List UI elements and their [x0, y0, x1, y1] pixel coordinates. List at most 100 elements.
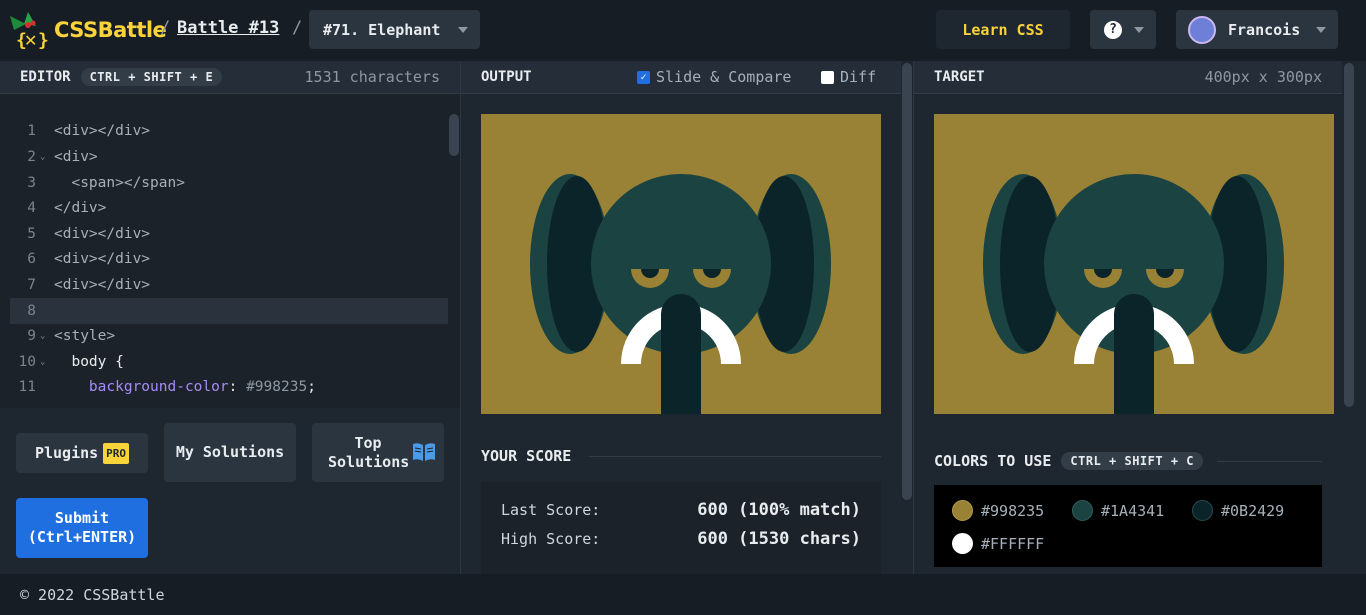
color-swatch[interactable]: #1A4341	[1072, 500, 1164, 521]
user-name: Francois	[1228, 20, 1301, 39]
diff-toggle[interactable]: Diff	[821, 68, 876, 86]
target-header: TARGET 400px x 300px	[914, 61, 1342, 94]
line-number: 3	[27, 175, 36, 191]
colors-title: COLORS TO USE	[934, 452, 1052, 470]
color-dot	[1192, 500, 1213, 521]
code-line[interactable]: 2 ⌄ <div>	[10, 144, 448, 170]
colors-title-row: COLORS TO USE CTRL + SHIFT + C	[934, 451, 1322, 471]
color-swatch[interactable]: #0B2429	[1192, 500, 1284, 521]
target-scroll-track	[1342, 61, 1356, 574]
target-scrollbar[interactable]	[1344, 63, 1354, 407]
code-line-active[interactable]: 8	[10, 298, 448, 324]
code-line[interactable]: 9 ⌄ <style>	[10, 323, 448, 349]
editor-scrollbar[interactable]	[449, 114, 459, 156]
pro-badge: PRO	[103, 442, 130, 464]
divider	[1217, 460, 1322, 462]
diff-label: Diff	[840, 68, 877, 86]
editor-title: EDITOR	[20, 69, 71, 85]
copyright-text: © 2022 CSSBattle	[20, 585, 165, 604]
color-hex: #0B2429	[1221, 501, 1285, 520]
slide-compare-toggle[interactable]: ✓ Slide & Compare	[637, 68, 791, 86]
plugins-button[interactable]: Plugins PRO	[16, 433, 148, 473]
target-size: 400px x 300px	[1204, 68, 1322, 86]
code-text: <div></div>	[54, 123, 151, 139]
learn-css-button[interactable]: Learn CSS	[936, 10, 1070, 49]
output-scroll-track	[901, 61, 913, 501]
code-line[interactable]: 5 <div></div>	[10, 221, 448, 247]
divider	[589, 455, 881, 457]
color-hex: #FFFFFF	[981, 534, 1045, 553]
color-dot	[952, 500, 973, 521]
last-score-value: 600 (100% match)	[697, 500, 861, 520]
submit-button[interactable]: Submit (Ctrl+ENTER)	[16, 498, 148, 558]
fold-icon[interactable]: ⌄	[40, 152, 54, 162]
my-solutions-button[interactable]: My Solutions	[164, 423, 296, 482]
editor-shortcut: CTRL + SHIFT + E	[80, 68, 223, 86]
color-swatch[interactable]: #998235	[952, 500, 1044, 521]
code-value: #998235	[246, 379, 308, 395]
color-dot	[952, 533, 973, 554]
book-icon	[412, 442, 436, 467]
colors-shortcut: CTRL + SHIFT + C	[1061, 452, 1203, 470]
high-score-value: 600 (1530 chars)	[697, 529, 861, 549]
top-solutions-button[interactable]: Top Solutions	[312, 423, 444, 482]
score-box: Last Score: 600 (100% match) High Score:…	[481, 482, 881, 574]
code-line[interactable]: 7 <div></div>	[10, 272, 448, 298]
breadcrumb-separator: /	[292, 18, 303, 38]
top-solutions-label: Top Solutions	[328, 433, 410, 471]
code-property: background-color	[54, 379, 229, 395]
fold-icon[interactable]: ⌄	[40, 331, 54, 341]
color-hex: #998235	[981, 501, 1045, 520]
line-number: 1	[27, 123, 36, 139]
code-text: <div></div>	[54, 277, 151, 293]
code-line[interactable]: 11 background-color: #998235;	[10, 374, 448, 400]
output-preview[interactable]	[481, 114, 881, 414]
code-line[interactable]: 1 <div></div>	[10, 118, 448, 144]
checkbox-unchecked-icon[interactable]	[821, 70, 834, 84]
target-select[interactable]: #71. Elephant	[309, 10, 480, 49]
code-text: <div></div>	[54, 251, 151, 267]
chevron-down-icon	[458, 27, 468, 33]
code-text: body {	[54, 354, 124, 370]
top-bar: { ✕ } CSSBattle / Battle #13 / #71. Elep…	[0, 0, 1366, 61]
submit-label: Submit	[54, 509, 110, 527]
output-title: OUTPUT	[481, 69, 532, 85]
code-text: <span></span>	[54, 175, 185, 191]
color-hex: #1A4341	[1101, 501, 1165, 520]
editor-header: EDITOR CTRL + SHIFT + E 1531 characters	[0, 61, 460, 94]
target-preview	[934, 114, 1334, 414]
last-score-label: Last Score:	[501, 501, 601, 519]
line-number: 7	[27, 277, 36, 293]
score-title: YOUR SCORE	[481, 447, 572, 465]
line-number: 11	[18, 379, 36, 395]
svg-text:}: }	[38, 30, 48, 50]
footer: © 2022 CSSBattle	[0, 574, 1366, 615]
fold-icon[interactable]: ⌄	[40, 357, 54, 367]
line-number: 2	[27, 149, 36, 165]
color-swatch[interactable]: #FFFFFF	[952, 533, 1044, 554]
output-scrollbar[interactable]	[902, 63, 912, 500]
slide-compare-label: Slide & Compare	[656, 68, 792, 86]
breadcrumb-separator: /	[160, 18, 171, 38]
battle-link[interactable]: Battle #13	[177, 18, 279, 38]
code-editor[interactable]: 1 <div></div> 2 ⌄ <div> 3 <span></span> 4 </…	[0, 94, 460, 408]
code-line[interactable]: 3 <span></span>	[10, 170, 448, 196]
high-score-label: High Score:	[501, 530, 601, 548]
line-number: 9	[27, 328, 36, 344]
line-number: 6	[27, 251, 36, 267]
code-line[interactable]: 6 <div></div>	[10, 246, 448, 272]
code-line[interactable]: 10 ⌄ body {	[10, 349, 448, 375]
line-number: 4	[27, 200, 36, 216]
code-text: <style>	[54, 328, 116, 344]
char-count: 1531 characters	[304, 68, 440, 86]
output-header: OUTPUT ✓ Slide & Compare Diff	[461, 61, 901, 94]
code-text: <div></div>	[54, 226, 151, 242]
help-menu[interactable]: ?	[1090, 10, 1156, 49]
code-line[interactable]: 4 </div>	[10, 195, 448, 221]
line-number: 8	[27, 303, 36, 319]
checkbox-checked-icon[interactable]: ✓	[637, 70, 650, 84]
target-select-label: #71. Elephant	[323, 20, 441, 39]
cssbattle-logo[interactable]: { ✕ } CSSBattle	[8, 10, 167, 51]
avatar	[1188, 15, 1216, 44]
user-menu[interactable]: Francois	[1176, 10, 1338, 49]
